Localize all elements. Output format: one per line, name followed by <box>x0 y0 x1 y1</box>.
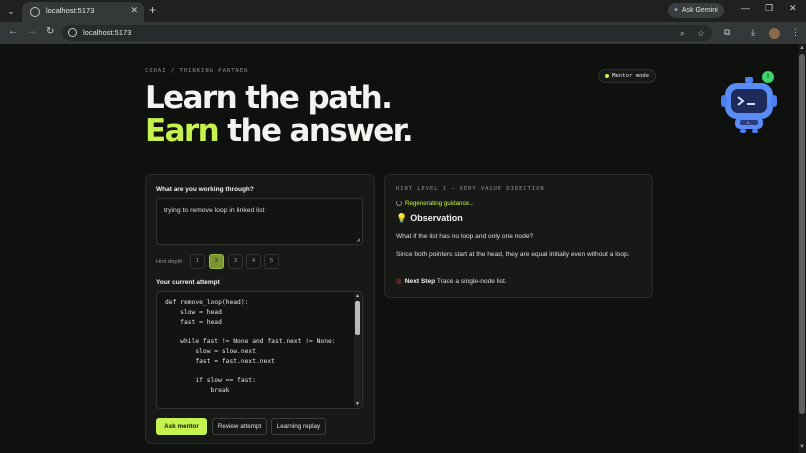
tab-title: localhost:5173 <box>46 6 95 15</box>
bookmark-star-icon[interactable]: ☆ <box>697 28 705 39</box>
mentor-mode-badge: Mentor mode <box>598 69 657 83</box>
hint-depth-2-button[interactable]: 2 <box>209 254 224 269</box>
hero-rest: the answer. <box>218 113 413 149</box>
problem-label: What are you working through? <box>156 186 254 193</box>
problem-textarea[interactable]: trying to remove loop in linked list ◢ <box>156 198 363 245</box>
svg-text:>_: >_ <box>747 120 752 125</box>
profile-avatar[interactable] <box>769 28 780 39</box>
regenerating-status: Regenerating guidance... <box>396 200 474 207</box>
observation-question: What if the list has no loop and only on… <box>396 233 534 240</box>
mentor-mode-label: Mentor mode <box>612 73 650 79</box>
address-bar[interactable]: localhost:5173 ⌕ ☆ <box>62 25 712 41</box>
eyebrow-breadcrumb: CODAI / THINKING PARTNER <box>145 68 249 74</box>
hint-depth-1-button[interactable]: 1 <box>190 254 205 269</box>
scroll-up-icon[interactable]: ▲ <box>355 293 360 299</box>
hint-level-label: HINT LEVEL 1 — VERY VAGUE DIRECTION <box>396 186 545 192</box>
observation-heading: 💡 Observation <box>396 213 463 224</box>
back-icon[interactable]: ← <box>8 26 18 37</box>
tab-menu-icon[interactable]: ⌄ <box>4 4 18 18</box>
code-scroll-thumb[interactable] <box>355 301 360 335</box>
scroll-down-icon[interactable]: ▼ <box>355 401 360 407</box>
close-window-icon[interactable]: ✕ <box>789 3 797 14</box>
ask-mentor-button[interactable]: Ask mentor <box>156 418 207 435</box>
page-scrollbar[interactable]: ▲ ▼ <box>798 44 806 453</box>
zoom-icon[interactable]: ⌕ <box>680 28 685 39</box>
ask-gemini-button[interactable]: ✦ Ask Gemini <box>668 3 724 18</box>
resize-handle-icon[interactable]: ◢ <box>356 237 360 243</box>
download-icon[interactable]: ⤓ <box>751 27 755 38</box>
observation-body: Since both pointers start at the head, t… <box>396 251 630 258</box>
gemini-spark-icon: ✦ <box>673 7 679 14</box>
review-attempt-button[interactable]: Review attempt <box>212 418 267 435</box>
page-scroll-thumb[interactable] <box>799 54 805 414</box>
hint-depth-label: Hint depth <box>156 259 183 265</box>
ask-gemini-label: Ask Gemini <box>681 7 718 14</box>
code-text[interactable]: def remove_loop(head): slow = head fast … <box>165 298 336 396</box>
new-tab-icon[interactable]: + <box>149 3 156 17</box>
extensions-icon[interactable]: ⧉ <box>724 27 730 38</box>
regenerating-text: Regenerating guidance... <box>405 200 475 207</box>
url-text[interactable]: localhost:5173 <box>83 28 131 37</box>
problem-text[interactable]: trying to remove loop in linked list <box>164 207 265 214</box>
hint-depth-5-button[interactable]: 5 <box>264 254 279 269</box>
favicon-icon <box>30 7 40 17</box>
forward-icon[interactable]: → <box>27 26 37 37</box>
input-panel: What are you working through? trying to … <box>145 174 375 444</box>
observation-title: Observation <box>410 213 463 223</box>
next-step-label: Next Step <box>404 278 436 285</box>
hero-accent-word: Earn <box>145 113 220 149</box>
next-step-text: Trace a single-node list. <box>435 278 507 285</box>
minimize-icon[interactable]: — <box>741 3 750 13</box>
browser-tab-bar: ⌄ localhost:5173 ✕ + ✦ Ask Gemini — ❐ ✕ <box>0 0 806 22</box>
lightbulb-icon: 💡 <box>396 213 408 223</box>
learning-replay-button[interactable]: Learning replay <box>271 418 326 435</box>
hint-panel: HINT LEVEL 1 — VERY VAGUE DIRECTION Rege… <box>384 174 653 298</box>
hint-depth-3-button[interactable]: 3 <box>228 254 243 269</box>
code-scrollbar[interactable]: ▲ ▼ <box>354 293 361 407</box>
hint-depth-4-button[interactable]: 4 <box>246 254 261 269</box>
more-menu-icon[interactable]: ⋮ <box>791 27 800 38</box>
app-page: CODAI / THINKING PARTNER Mentor mode Lea… <box>0 44 798 453</box>
attempt-label: Your current attempt <box>156 279 220 286</box>
browser-tab[interactable]: localhost:5173 ✕ <box>22 2 144 22</box>
restore-icon[interactable]: ❐ <box>765 3 773 14</box>
page-scroll-up-icon[interactable]: ▲ <box>799 45 805 51</box>
spinner-icon <box>396 200 402 206</box>
status-dot-icon <box>605 73 609 78</box>
hero-title-line1: Learn the path. <box>145 80 393 116</box>
reload-icon[interactable]: ↻ <box>46 26 54 37</box>
browser-toolbar: ← → ↻ localhost:5173 ⌕ ☆ ⧉ ⤓ ⋮ <box>0 22 806 44</box>
site-info-icon[interactable] <box>68 28 77 37</box>
hero-title-line2: Earn the answer. <box>145 113 414 149</box>
next-step: ◎ Next Step Trace a single-node list. <box>396 277 507 285</box>
target-icon: ◎ <box>396 278 402 285</box>
page-scroll-down-icon[interactable]: ▼ <box>799 444 805 450</box>
close-tab-icon[interactable]: ✕ <box>130 5 138 16</box>
notification-badge: ! <box>762 71 774 83</box>
code-editor[interactable]: def remove_loop(head): slow = head fast … <box>156 291 363 409</box>
